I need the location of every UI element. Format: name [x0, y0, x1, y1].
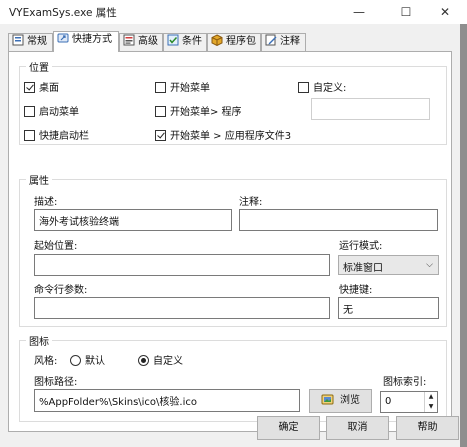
style-default-radio[interactable]: 默认 — [70, 352, 105, 367]
tab-package[interactable]: 程序包 — [207, 33, 261, 51]
tab-shortcut[interactable]: 快捷方式 — [53, 31, 119, 52]
checkbox-box — [24, 106, 35, 117]
quick-launch-checkbox[interactable]: 快捷启动栏 — [24, 127, 89, 142]
hotkey-input[interactable]: 无 — [338, 297, 439, 319]
checkbox-box — [24, 82, 35, 93]
shortcut-icon — [57, 33, 69, 43]
description-input[interactable]: 海外考试核验终端 — [34, 209, 232, 231]
advanced-icon — [123, 34, 135, 46]
checkbox-box — [155, 82, 166, 93]
icon-path-input[interactable]: %AppFolder%\Skins\ico\核验.ico — [34, 389, 300, 412]
tab-notes[interactable]: 注释 — [261, 33, 306, 51]
tab-label: 条件 — [182, 36, 202, 47]
comment-input[interactable] — [239, 209, 438, 231]
browse-button[interactable]: 浏览 — [309, 389, 372, 413]
package-icon — [211, 34, 223, 46]
tab-general[interactable]: 常规 — [8, 33, 53, 51]
browse-label: 浏览 — [340, 395, 360, 406]
browse-icon — [321, 394, 334, 405]
chevron-down-icon: ⌵ — [426, 260, 433, 270]
tab-label: 高级 — [138, 36, 158, 47]
icon-path-label: 图标路径: — [34, 377, 78, 388]
start-menu-checkbox[interactable]: 开始菜单 — [155, 79, 210, 94]
help-button[interactable]: 帮助 — [396, 416, 459, 440]
tab-label: 常规 — [27, 36, 47, 47]
checkbox-label: 自定义: — [313, 83, 347, 94]
tab-conditions[interactable]: 条件 — [163, 33, 207, 51]
icon-index-value: 0 — [385, 396, 392, 407]
radio-label: 自定义 — [153, 356, 183, 367]
group-title: 属性 — [26, 172, 52, 187]
group-title: 位置 — [26, 59, 52, 74]
checkbox-box — [155, 130, 166, 141]
comment-label: 注释: — [239, 197, 263, 208]
background-window-edge — [460, 24, 467, 447]
args-input[interactable] — [34, 297, 330, 319]
icon-index-label: 图标索引: — [383, 377, 427, 388]
checkbox-label: 桌面 — [39, 83, 59, 94]
description-label: 描述: — [34, 197, 58, 208]
style-label: 风格: — [34, 356, 58, 367]
icon-index-spinner[interactable]: 0 ▲ ▼ — [380, 391, 438, 413]
checkbox-box — [298, 82, 309, 93]
run-mode-select[interactable]: 标准窗口 ⌵ — [338, 255, 439, 275]
run-mode-value: 标准窗口 — [343, 263, 383, 274]
hotkey-label: 快捷键: — [339, 285, 373, 296]
checkbox-label: 开始菜单> 程序 — [170, 107, 242, 118]
custom-location-input[interactable] — [311, 98, 430, 120]
checkbox-label: 开始菜单 > 应用程序文件3 — [170, 131, 292, 142]
startup-menu-checkbox[interactable]: 启动菜单 — [24, 103, 79, 118]
title-bar: VYExamSys.exe 属性 — ☐ ✕ — [0, 0, 467, 24]
start-programs-checkbox[interactable]: 开始菜单> 程序 — [155, 103, 242, 118]
radio-label: 默认 — [85, 356, 105, 367]
window-title: VYExamSys.exe 属性 — [9, 7, 117, 19]
spin-down-icon[interactable]: ▼ — [425, 402, 437, 412]
desktop-checkbox[interactable]: 桌面 — [24, 79, 59, 94]
run-mode-label: 运行模式: — [339, 241, 383, 252]
checkbox-label: 启动菜单 — [39, 107, 79, 118]
args-label: 命令行参数: — [34, 285, 88, 296]
conditions-icon — [167, 34, 179, 46]
properties-group: 属性 描述: 海外考试核验终端 注释: 起始位置: 运行模式: 标准窗口 ⌵ 命… — [19, 172, 447, 327]
checkbox-label: 开始菜单 — [170, 83, 210, 94]
radio-circle — [138, 355, 149, 366]
radio-circle — [70, 355, 81, 366]
style-custom-radio[interactable]: 自定义 — [138, 352, 183, 367]
minimize-button[interactable]: — — [337, 0, 381, 24]
group-title: 图标 — [26, 333, 52, 348]
location-group: 位置 桌面 开始菜单 自定义: 启动菜单 开始菜单> 程序 快捷启动栏 开始菜单… — [19, 59, 447, 145]
ok-button[interactable]: 确定 — [257, 416, 320, 440]
general-icon — [12, 34, 24, 46]
shortcut-tab-panel: 位置 桌面 开始菜单 自定义: 启动菜单 开始菜单> 程序 快捷启动栏 开始菜单… — [8, 51, 452, 432]
spinner-buttons: ▲ ▼ — [424, 392, 437, 412]
checkbox-label: 快捷启动栏 — [39, 131, 89, 142]
close-button[interactable]: ✕ — [423, 0, 467, 24]
start-in-label: 起始位置: — [34, 241, 78, 252]
start-in-input[interactable] — [34, 254, 330, 276]
start-app-files-checkbox[interactable]: 开始菜单 > 应用程序文件3 — [155, 127, 291, 142]
spin-up-icon[interactable]: ▲ — [425, 392, 437, 402]
tab-label: 快捷方式 — [72, 34, 112, 45]
checkbox-box — [155, 106, 166, 117]
custom-location-checkbox[interactable]: 自定义: — [298, 79, 346, 94]
tab-label: 程序包 — [226, 36, 256, 47]
dialog-client-area: 常规 快捷方式 高级 条件 程序包 注释 位置 桌面 开始菜单 自定义: 启动菜… — [0, 24, 460, 447]
maximize-button[interactable]: ☐ — [384, 0, 428, 24]
notes-icon — [265, 34, 277, 46]
cancel-button[interactable]: 取消 — [326, 416, 389, 440]
tab-advanced[interactable]: 高级 — [119, 33, 163, 51]
tab-label: 注释 — [280, 36, 300, 47]
checkbox-box — [24, 130, 35, 141]
